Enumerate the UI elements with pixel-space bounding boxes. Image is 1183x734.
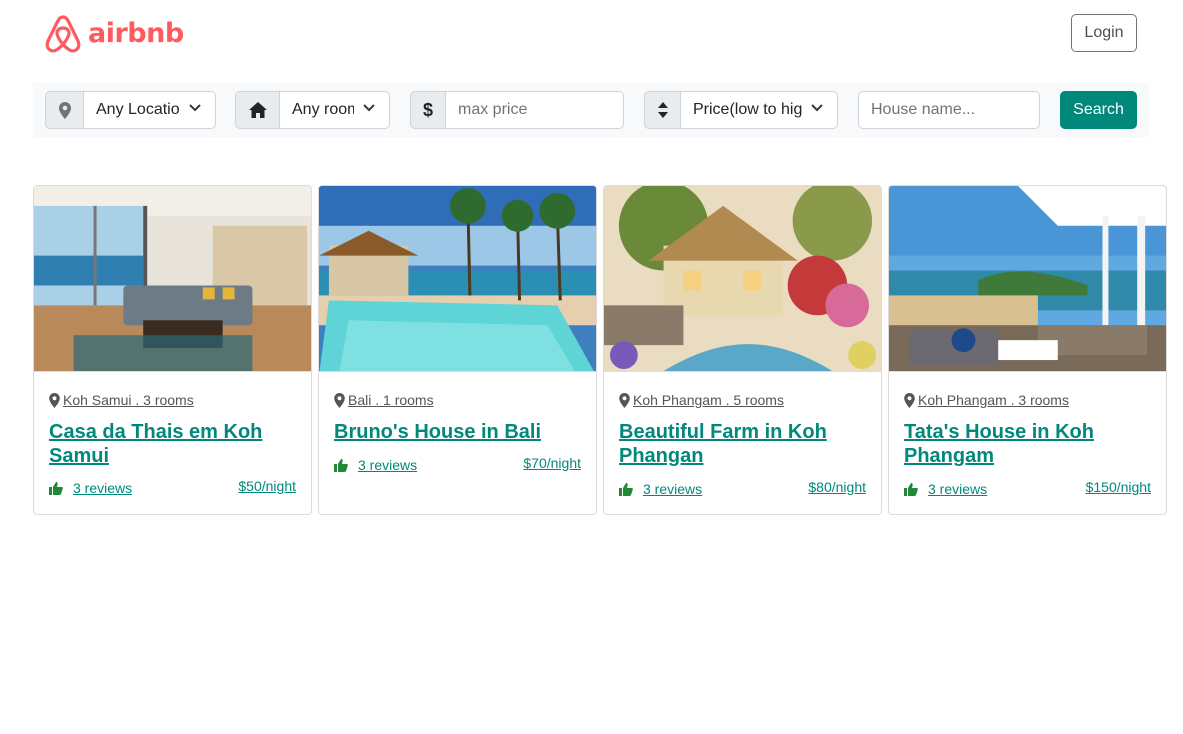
rooms-select[interactable]: Any rooms [279,91,390,129]
chevron-down-icon [363,104,375,112]
listing-title[interactable]: Beautiful Farm in Koh Phangan [619,420,869,468]
listing-reviews[interactable]: 3 reviews [619,481,702,497]
listing-card[interactable]: Koh Phangam . 3 rooms Tata's House in Ko… [888,185,1167,515]
listing-meta-text: Koh Phangam . 3 rooms [918,392,1069,408]
max-price-input[interactable] [445,91,624,129]
map-marker-icon [904,392,915,408]
thumbs-up-icon [904,482,918,496]
listing-price[interactable]: $80/night [808,479,866,495]
listing-title[interactable]: Tata's House in Koh Phangam [904,420,1154,468]
rooms-filter: Any rooms [235,91,390,129]
living-room-photo [34,186,311,372]
airbnb-logo[interactable]: airbnb [44,14,184,54]
chevron-down-icon [811,104,823,112]
chevron-down-icon [189,104,201,112]
listing-meta[interactable]: Koh Phangam . 5 rooms [619,392,784,408]
thumbs-up-icon [334,458,348,472]
listing-card[interactable]: Koh Phangam . 5 rooms Beautiful Farm in … [603,185,882,515]
pool-beach-photo [319,186,596,372]
map-marker-icon [49,392,60,408]
dollar-icon: $ [410,91,445,129]
cottage-painting-photo [604,186,881,372]
sort-filter: Price(low to high) [644,91,838,129]
location-select[interactable]: Any Location [83,91,216,129]
home-icon [235,91,279,129]
listing-price[interactable]: $50/night [238,478,296,494]
listing-card[interactable]: Koh Samui . 3 rooms Casa da Thais em Koh… [33,185,312,515]
house-name-filter [858,91,1040,129]
listing-meta[interactable]: Koh Phangam . 3 rooms [904,392,1069,408]
listing-meta-text: Koh Samui . 3 rooms [63,392,194,408]
map-marker-icon [334,392,345,408]
sort-select[interactable]: Price(low to high) [680,91,838,129]
listing-price[interactable]: $150/night [1086,479,1151,495]
listing-title[interactable]: Casa da Thais em Koh Samui [49,420,299,468]
listing-meta[interactable]: Koh Samui . 3 rooms [49,392,194,408]
logo-text: airbnb [88,17,184,49]
listing-meta[interactable]: Bali . 1 rooms [334,392,434,408]
price-filter: $ [410,91,624,129]
location-filter: Any Location [45,91,216,129]
thumbs-up-icon [49,481,63,495]
thumbs-up-icon [619,482,633,496]
listing-reviews[interactable]: 3 reviews [49,480,132,496]
listing-meta-text: Koh Phangam . 5 rooms [633,392,784,408]
airbnb-logo-icon [45,15,81,53]
map-marker-icon [45,91,83,129]
listing-reviews[interactable]: 3 reviews [334,457,417,473]
listing-title[interactable]: Bruno's House in Bali [334,420,584,444]
house-name-input[interactable] [858,91,1040,129]
map-marker-icon [619,392,630,408]
terrace-sea-photo [889,186,1166,372]
sort-icon [644,91,680,129]
listing-meta-text: Bali . 1 rooms [348,392,434,408]
listing-price[interactable]: $70/night [523,455,581,471]
listing-reviews[interactable]: 3 reviews [904,481,987,497]
search-button[interactable]: Search [1060,91,1137,129]
listing-card[interactable]: Bali . 1 rooms Bruno's House in Bali 3 r… [318,185,597,515]
filter-bar: Any Location Any rooms $ Price(low to hi… [33,83,1149,137]
login-button[interactable]: Login [1071,14,1137,52]
